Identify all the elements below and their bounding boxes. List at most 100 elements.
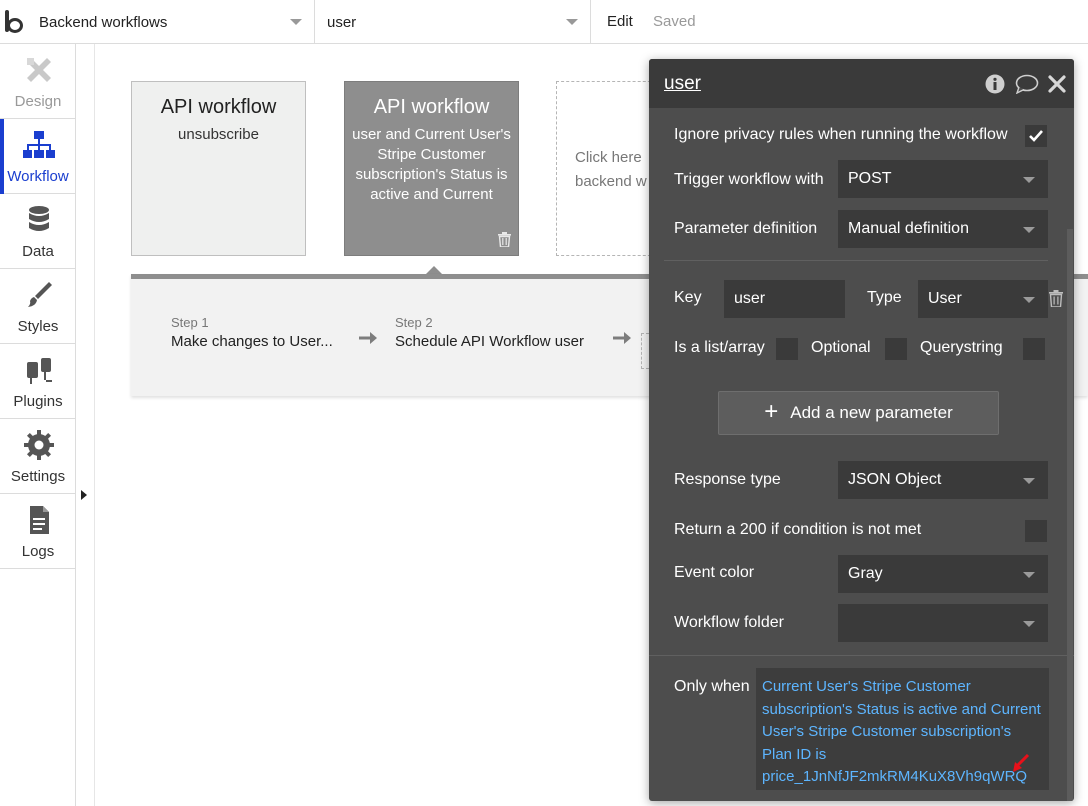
chevron-down-icon [1023,177,1035,183]
left-sidebar: Design Workflow Data Styles Plugins Sett… [0,44,76,806]
red-pointer-arrow-icon [1013,754,1030,772]
parameter-definition-label: Parameter definition [674,220,818,237]
sidebar-item-label: Data [22,243,54,260]
design-icon [27,58,51,82]
panel-header: user [649,59,1074,108]
save-status: Saved [653,13,696,30]
event-card-subtitle: unsubscribe [178,126,259,143]
workflow-icon [23,131,55,158]
sidebar-item-label: Styles [17,318,59,335]
optional-checkbox[interactable] [885,338,907,360]
event-property-panel: user Ignore privacy rules when running t… [649,59,1074,801]
add-step-slot[interactable] [641,333,649,369]
workflow-folder-dropdown[interactable] [838,604,1048,642]
workflow-folder-label: Workflow folder [674,614,784,631]
close-icon[interactable] [1048,74,1066,94]
chevron-down-icon [290,19,302,25]
page-selector-value: Backend workflows [39,13,168,31]
add-event-hint-line2: backend w [575,173,647,190]
arrow-right-icon [359,332,377,344]
sidebar-item-label: Design [14,93,62,110]
return-200-checkbox[interactable] [1025,520,1047,542]
sidebar-item-label: Plugins [13,393,63,410]
database-icon [29,206,49,231]
only-when-label: Only when [674,678,750,695]
type-value: User [928,290,962,307]
check-icon [1029,130,1043,142]
chevron-down-icon [566,19,578,25]
brush-icon [28,282,52,307]
trigger-label: Trigger workflow with [674,171,824,188]
only-when-condition-field[interactable]: Current User's Stripe Customer subscript… [756,668,1049,790]
panel-title[interactable]: user [664,73,701,95]
sidebar-item-design[interactable]: Design [0,44,76,119]
trash-icon[interactable] [498,232,511,247]
response-type-label: Response type [674,471,781,488]
step-2[interactable]: Step 2 Schedule API Workflow user [395,315,584,350]
event-card-user[interactable]: API workflow user and Current User's Str… [344,81,519,256]
divider [664,260,1048,261]
type-label: Type [867,289,902,306]
is-list-label: Is a list/array [674,339,765,356]
sidebar-item-plugins[interactable]: Plugins [0,344,76,419]
sidebar-item-label: Logs [21,543,55,560]
querystring-label: Querystring [920,339,1003,356]
is-list-checkbox[interactable] [776,338,798,360]
step-1[interactable]: Step 1 Make changes to User... [171,315,333,350]
sidebar-item-data[interactable]: Data [0,194,76,269]
ignore-privacy-label: Ignore privacy rules when running the wo… [674,126,1008,143]
sidebar-item-styles[interactable]: Styles [0,269,76,344]
event-card-unsubscribe[interactable]: API workflow unsubscribe [131,81,306,256]
parameter-definition-value: Manual definition [848,220,969,237]
chevron-down-icon [1023,621,1035,627]
add-event-hint-line1: Click here [575,149,642,166]
type-dropdown[interactable]: User [918,280,1048,318]
response-type-dropdown[interactable]: JSON Object [838,461,1048,499]
sidebar-item-label: Workflow [7,168,69,185]
response-type-value: JSON Object [848,471,942,488]
add-parameter-button[interactable]: + Add a new parameter [718,391,999,435]
plug-icon [27,358,52,384]
return-200-label: Return a 200 if condition is not met [674,521,922,538]
chevron-down-icon [1023,297,1035,303]
add-event-card[interactable]: Click here backend w [556,81,656,256]
document-icon [30,506,49,534]
comment-icon[interactable] [1015,74,1039,94]
panel-scrollbar[interactable] [1067,229,1073,801]
trigger-method-value: POST [848,170,892,187]
workflow-selector-dropdown[interactable]: user [318,0,591,44]
add-event-hint: Click here backend w [557,146,655,194]
bubble-logo[interactable] [2,6,28,36]
key-input-value: user [734,290,766,307]
event-color-dropdown[interactable]: Gray [838,555,1048,593]
workflow-selector-value: user [327,13,357,31]
page-selector-dropdown[interactable]: Backend workflows [30,0,315,44]
ignore-privacy-checkbox[interactable] [1025,125,1047,147]
canvas-divider [94,44,95,806]
add-parameter-label: Add a new parameter [790,403,953,422]
sidebar-item-settings[interactable]: Settings [0,419,76,494]
sidebar-item-workflow[interactable]: Workflow [0,119,76,194]
chevron-down-icon [1023,572,1035,578]
event-card-title: API workflow [373,96,490,118]
plus-icon: + [764,397,779,425]
trigger-method-dropdown[interactable]: POST [838,160,1048,198]
event-card-title: API workflow [160,96,277,118]
sidebar-item-logs[interactable]: Logs [0,494,76,569]
step-number: Step 1 [171,315,209,330]
sidebar-collapse-arrow-icon[interactable] [81,490,87,500]
arrow-right-icon [613,332,631,344]
step-name: Schedule API Workflow user [395,333,584,350]
key-input[interactable]: user [724,280,845,318]
info-icon[interactable] [985,74,1005,94]
key-label: Key [674,289,702,306]
event-color-label: Event color [674,564,755,581]
divider [649,655,1074,656]
gear-icon [24,430,54,460]
sidebar-item-label: Settings [10,468,66,485]
parameter-definition-dropdown[interactable]: Manual definition [838,210,1048,248]
edit-menu[interactable]: Edit [607,13,633,30]
querystring-checkbox[interactable] [1023,338,1045,360]
delete-parameter-trash-icon[interactable] [1049,290,1063,307]
event-color-value: Gray [848,565,883,582]
